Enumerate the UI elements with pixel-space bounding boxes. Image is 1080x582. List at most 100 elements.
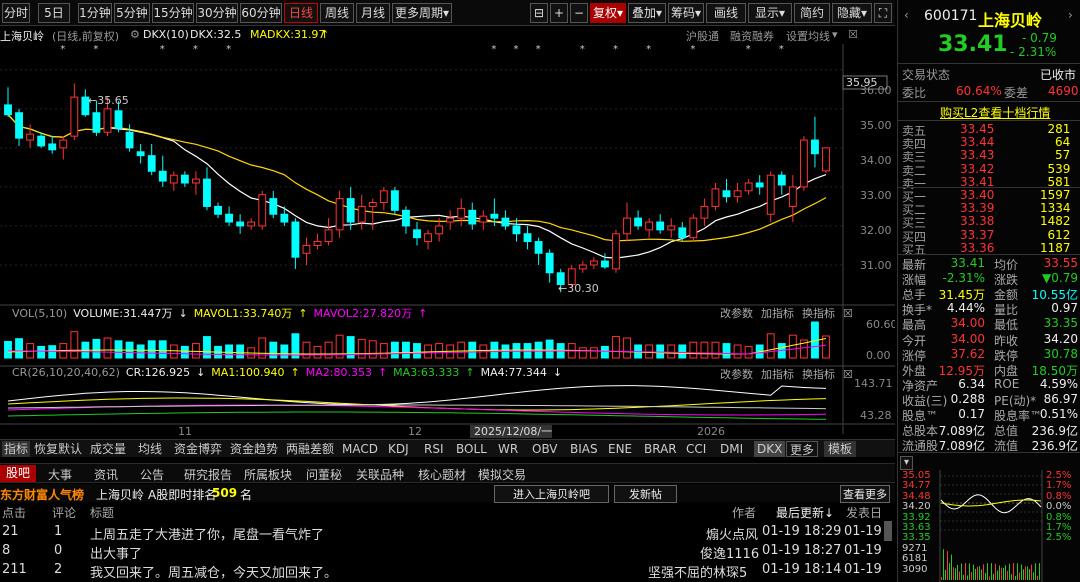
tab-margin-diff[interactable]: 两融差额: [286, 441, 334, 457]
bid-price: 33.38: [960, 214, 995, 229]
tab-macd[interactable]: MACD: [342, 441, 378, 457]
post-title[interactable]: 我又回来了。周五减仓，今天又加回来了。: [90, 562, 337, 581]
cr-edit-params[interactable]: 改参数: [720, 368, 753, 381]
vol-switch-indicator[interactable]: 换指标: [802, 307, 835, 320]
post-author[interactable]: 坚强不屈的林琛5: [648, 562, 747, 581]
tab-research[interactable]: 研究报告: [184, 466, 232, 483]
mini-pct-label: 0.8%: [1046, 511, 1072, 523]
col-author[interactable]: 作者: [732, 504, 756, 521]
stock-subtitle: (日线,前复权): [52, 30, 120, 43]
enter-bar-button[interactable]: 进入上海贝岭吧: [494, 485, 609, 503]
draw-line-button[interactable]: 画线: [706, 3, 746, 23]
tab-more[interactable]: 更多: [786, 441, 819, 457]
guba-panel: 东方财富人气榜 上海贝岭 A股即时排名 509 名 进入上海贝岭吧 发新帖 查看…: [0, 483, 895, 582]
link-hugutong[interactable]: 沪股通: [686, 28, 719, 44]
tab-dkx[interactable]: DKX: [754, 441, 786, 457]
col-updated[interactable]: 最后更新↓: [776, 504, 834, 521]
zoom-in-icon[interactable]: +: [550, 3, 568, 23]
settings-gear-icon[interactable]: ⚙: [130, 28, 140, 41]
tab-bias[interactable]: BIAS: [570, 441, 598, 457]
candle-body: [479, 215, 488, 223]
col-clicks[interactable]: 点击: [2, 504, 26, 521]
cr-close-icon[interactable]: ☒: [843, 368, 853, 381]
next-stock-icon[interactable]: ›: [1068, 8, 1073, 22]
cr-switch-indicator[interactable]: 换指标: [802, 368, 835, 381]
l2-link[interactable]: 购买L2查看十档行情: [940, 104, 1050, 121]
new-post-button[interactable]: 发新帖: [614, 485, 677, 503]
col-comments[interactable]: 评论: [52, 504, 76, 521]
period-tab-60min[interactable]: 60分钟: [240, 3, 282, 23]
tab-related[interactable]: 关联品种: [356, 466, 404, 483]
tab-wr[interactable]: WR: [498, 441, 518, 457]
tab-guba[interactable]: 股吧: [0, 465, 37, 482]
tab-ask-secretary[interactable]: 问董秘: [306, 466, 342, 483]
tab-capital-trend[interactable]: 资金趋势: [230, 441, 278, 457]
post-row[interactable]: 21 1 上周五走了大港进了你，尾盘一看气炸了 煽火点风 01-19 18:29…: [0, 522, 895, 543]
ma2-value: MA2:80.353: [305, 366, 372, 379]
lock-icon[interactable]: ⊟: [530, 3, 548, 23]
candle-body: [645, 221, 654, 231]
col-posted[interactable]: 发表日: [846, 504, 882, 521]
period-tab-monthly[interactable]: 月线: [356, 3, 390, 23]
mini-volume-bar: [967, 575, 968, 580]
tab-brar[interactable]: BRAR: [644, 441, 677, 457]
ask-volume: 64: [1055, 135, 1071, 150]
tab-dmi[interactable]: DMI: [720, 441, 743, 457]
cr-add-indicator[interactable]: 加指标: [761, 368, 794, 381]
tab-sectors[interactable]: 所属板块: [244, 466, 292, 483]
tab-capital-game[interactable]: 资金博弈: [174, 441, 222, 457]
close-icon[interactable]: ☒: [848, 28, 858, 41]
period-tab-weekly[interactable]: 周线: [320, 3, 354, 23]
volume-bar: [114, 340, 123, 359]
tab-cci[interactable]: CCI: [686, 441, 706, 457]
mini-volume-bar: [941, 577, 942, 580]
view-more-button[interactable]: 查看更多: [840, 485, 890, 503]
volume-bar: [545, 339, 554, 359]
fuquan-button[interactable]: 复权▾: [590, 3, 626, 23]
tab-boll[interactable]: BOLL: [456, 441, 487, 457]
candle-body: [435, 225, 444, 235]
tab-events[interactable]: 大事: [48, 466, 72, 483]
panel-collapse-icon[interactable]: ▾: [900, 456, 914, 470]
tab-kdj[interactable]: KDJ: [388, 441, 409, 457]
simple-mode-button[interactable]: 简约: [794, 3, 830, 23]
tab-template[interactable]: 模板: [824, 441, 857, 457]
tab-sim-trading[interactable]: 模拟交易: [478, 466, 526, 483]
prev-stock-icon[interactable]: ‹: [904, 8, 909, 22]
tab-rsi[interactable]: RSI: [424, 441, 444, 457]
tab-ene[interactable]: ENE: [608, 441, 632, 457]
posts-scrollbar[interactable]: [884, 521, 892, 541]
period-tab-30min[interactable]: 30分钟: [196, 3, 238, 23]
link-ma-settings[interactable]: 设置均线: [786, 28, 830, 44]
col-title[interactable]: 标题: [90, 504, 114, 521]
tab-obv[interactable]: OBV: [532, 441, 558, 457]
vol-edit-params[interactable]: 改参数: [720, 307, 753, 320]
display-button[interactable]: 显示▾: [748, 3, 792, 23]
tab-core-themes[interactable]: 核心题材: [418, 466, 466, 483]
post-row[interactable]: 211 2 我又回来了。周五减仓，今天又加回来了。 坚强不屈的林琛5 01-19…: [0, 560, 895, 581]
period-tab-1min[interactable]: 1分钟: [78, 3, 112, 23]
expand-icon[interactable]: ⛶: [874, 3, 892, 23]
zoom-out-icon[interactable]: −: [570, 3, 588, 23]
period-tab-5day[interactable]: 5日: [38, 3, 70, 23]
more-periods-dropdown[interactable]: 更多周期▾: [392, 3, 452, 23]
period-tab-5min[interactable]: 5分钟: [114, 3, 150, 23]
period-toolbar: 分时 5日 1分钟 5分钟 15分钟 30分钟 60分钟 日线 周线 月线 更多…: [0, 0, 895, 26]
vol-close-icon[interactable]: ☒: [843, 307, 853, 320]
period-tab-daily[interactable]: 日线: [284, 3, 318, 23]
period-tab-fenshi[interactable]: 分时: [2, 3, 30, 23]
tab-indicator[interactable]: 指标: [2, 441, 31, 457]
vol-add-indicator[interactable]: 加指标: [761, 307, 794, 320]
hide-button[interactable]: 隐藏▾: [832, 3, 872, 23]
chevron-down-icon[interactable]: ▾: [832, 28, 838, 41]
tab-announcements[interactable]: 公告: [140, 466, 164, 483]
overlay-button[interactable]: 叠加▾: [628, 3, 666, 23]
period-tab-15min[interactable]: 15分钟: [152, 3, 194, 23]
tab-news[interactable]: 资讯: [94, 466, 118, 483]
link-margin[interactable]: 融资融券: [730, 28, 774, 44]
tab-reset[interactable]: 恢复默认: [34, 441, 82, 457]
chip-button[interactable]: 筹码▾: [668, 3, 704, 23]
post-row[interactable]: 8 0 出大事了 俊逸1116 01-19 18:27 01-19: [0, 541, 895, 562]
tab-volume[interactable]: 成交量: [90, 441, 126, 457]
tab-ma[interactable]: 均线: [138, 441, 162, 457]
